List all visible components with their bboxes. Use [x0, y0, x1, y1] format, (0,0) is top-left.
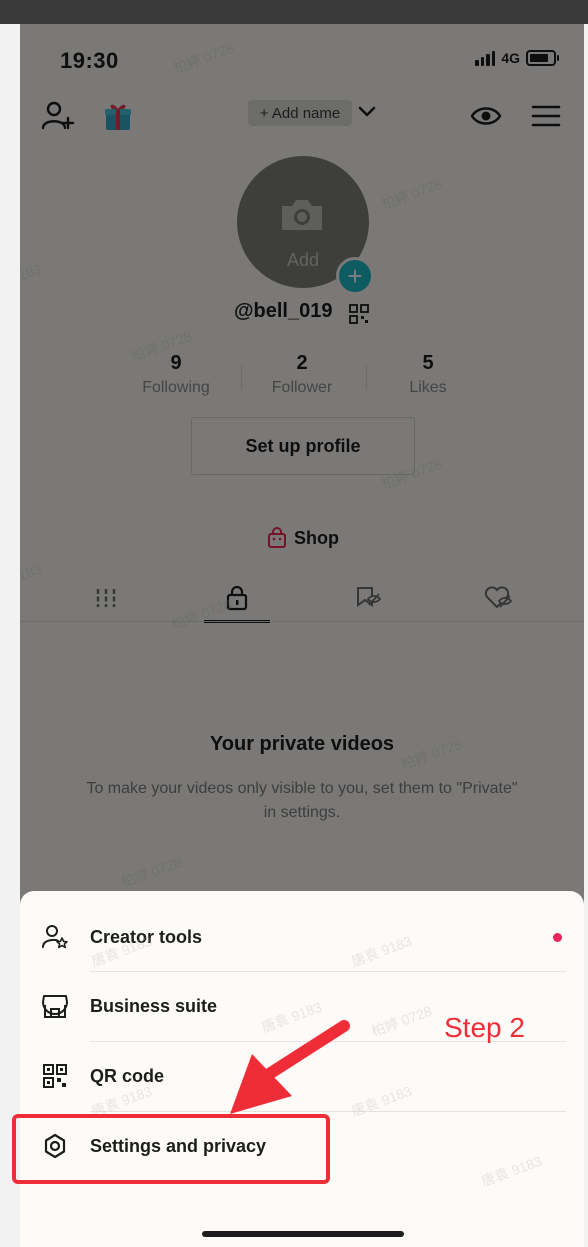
person-star-icon — [40, 922, 70, 952]
window-top-bar — [0, 0, 588, 24]
step-label: Step 2 — [444, 1012, 525, 1043]
qr-code-icon — [40, 1061, 70, 1091]
window-right-margin — [584, 24, 588, 1247]
highlight-box — [12, 1114, 330, 1184]
menu-item-label: QR code — [90, 1065, 165, 1086]
store-icon — [40, 991, 70, 1021]
phone-screen: 19:30 4G + Add name — [20, 24, 584, 1247]
home-indicator — [202, 1231, 404, 1237]
notification-dot — [553, 932, 562, 942]
menu-item-label: Business suite — [90, 995, 218, 1016]
annotation-arrow-icon — [220, 1020, 350, 1125]
window-left-margin — [0, 24, 20, 1247]
